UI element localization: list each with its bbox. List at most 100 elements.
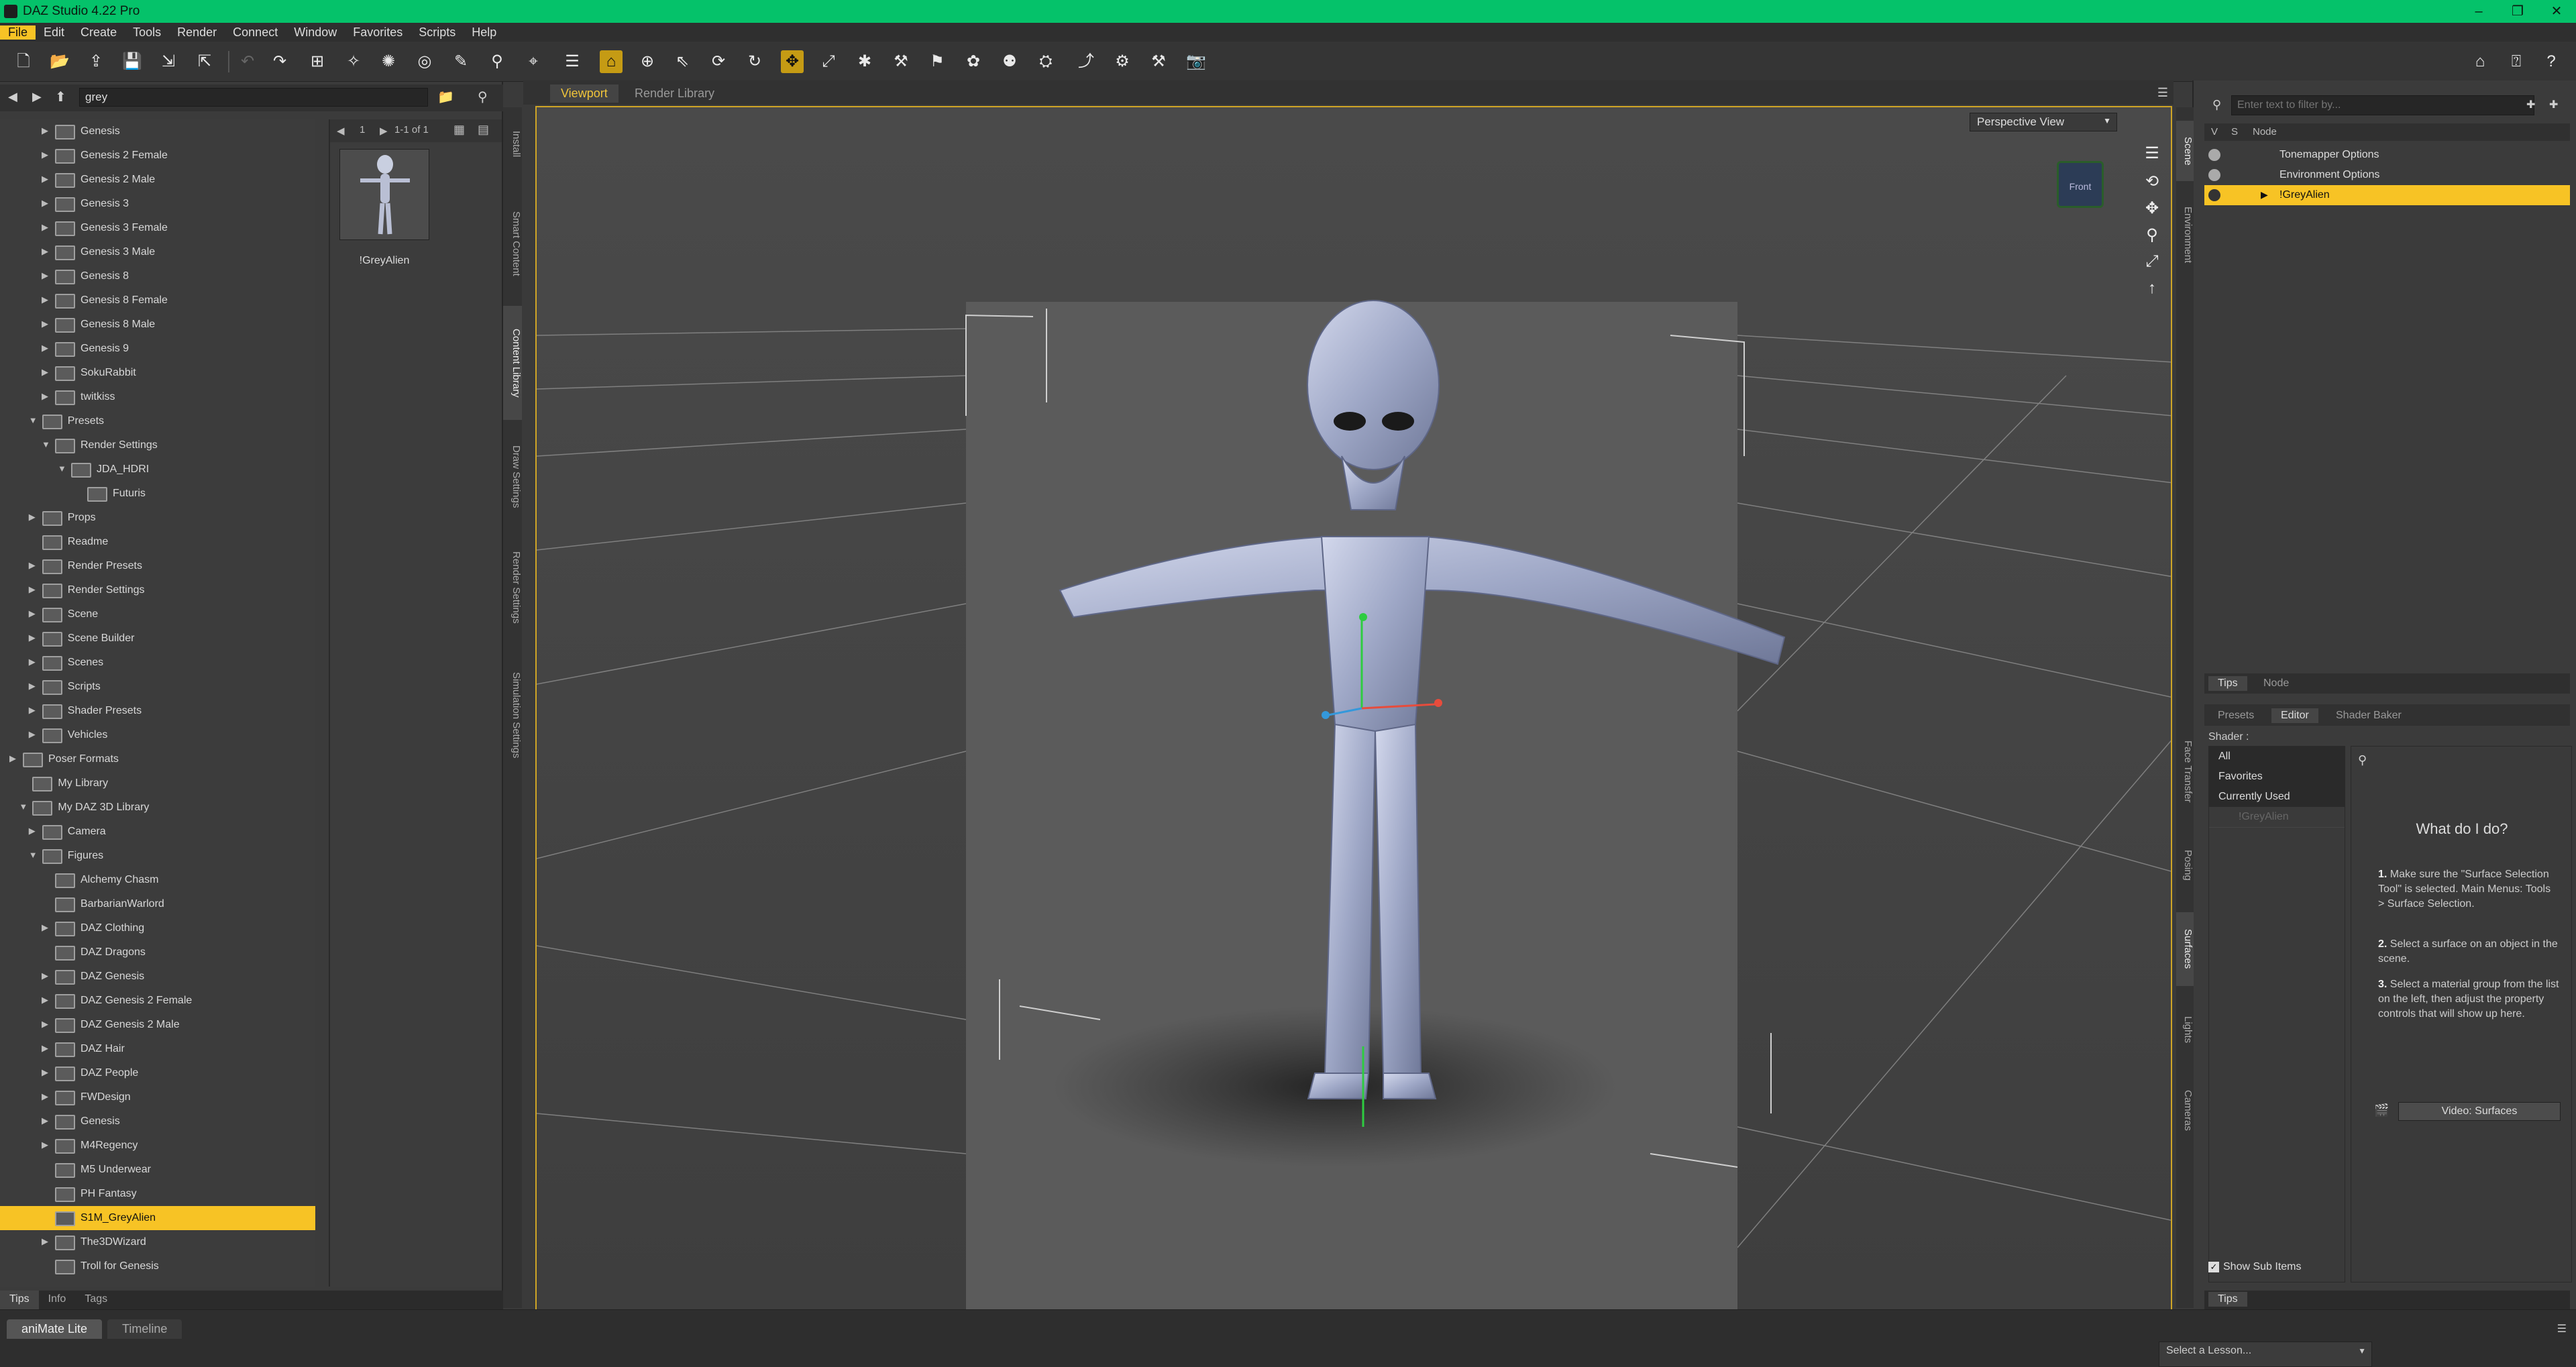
menu-tools[interactable]: Tools — [125, 25, 169, 40]
vtab-scene[interactable]: Scene — [2176, 121, 2194, 181]
content-tree-item[interactable]: ▶ twitkiss — [0, 385, 315, 409]
prev-page-icon[interactable]: ◀ — [337, 125, 345, 137]
zoom-camera-icon[interactable]: ⚲ — [2143, 225, 2161, 244]
expand-arrow-icon[interactable]: ▶ — [42, 1140, 48, 1150]
expand-arrow-icon[interactable]: ▶ — [42, 125, 48, 136]
content-tree-item[interactable]: ▶ Poser Formats — [0, 747, 315, 771]
pointer-icon[interactable]: ⤴ — [1075, 50, 1097, 73]
close-button[interactable]: ✕ — [2537, 0, 2576, 23]
home-icon[interactable]: ⌂ — [2469, 50, 2491, 73]
scene-add-icon[interactable]: ✚ — [2526, 98, 2535, 111]
environment-tool-icon[interactable]: ⛭ — [1034, 50, 1057, 73]
help-tool-icon[interactable]: ⍰ — [2505, 50, 2528, 73]
expand-arrow-icon[interactable]: ▶ — [42, 1019, 48, 1030]
scene-node-greyalien[interactable]: ▶ !GreyAlien — [2204, 185, 2570, 205]
scene-node-tonemapper[interactable]: Tonemapper Options — [2204, 145, 2570, 165]
forward-arrow-icon[interactable]: ▶ — [32, 90, 42, 104]
list-view-icon[interactable]: ☰ — [561, 50, 584, 73]
content-tree-item[interactable]: ▶ Render Presets — [0, 554, 315, 578]
content-tree-item[interactable]: ▶ Shader Presets — [0, 699, 315, 723]
content-tree-item[interactable]: ▶ SokuRabbit — [0, 361, 315, 385]
content-tree-item[interactable]: ▶ Genesis — [0, 1109, 315, 1134]
expand-arrow-icon[interactable]: ▶ — [42, 319, 48, 329]
help-icon[interactable]: ? — [2540, 50, 2563, 73]
tab-viewport[interactable]: Viewport — [550, 85, 619, 103]
region-tool-icon[interactable]: ⌖ — [522, 50, 545, 73]
frame-icon[interactable]: ⤢ — [2143, 252, 2161, 271]
expand-arrow-icon[interactable]: ▶ — [42, 367, 48, 378]
content-tree-item[interactable]: ▶ Scenes — [0, 651, 315, 675]
eye-icon[interactable] — [2208, 189, 2220, 201]
page-number[interactable]: 1 — [360, 124, 365, 135]
restore-button[interactable]: ❐ — [2498, 0, 2537, 23]
show-sub-items-checkbox[interactable]: ✓ Show Sub Items — [2208, 1261, 2302, 1273]
content-tree-item[interactable]: ▼ My DAZ 3D Library — [0, 796, 315, 820]
content-tree-item[interactable]: ▼ JDA_HDRI — [0, 457, 315, 482]
render-camera-icon[interactable]: ⚒ — [1147, 50, 1170, 73]
surface-filter-currently-used[interactable]: Currently Used — [2209, 787, 2345, 808]
vtab-face-transfer[interactable]: Face Transfer — [2176, 724, 2194, 818]
surface-select-icon[interactable]: ⇖ — [671, 50, 694, 73]
figure-tool-icon[interactable]: ⚉ — [998, 50, 1021, 73]
tab-timeline[interactable]: Timeline — [107, 1319, 182, 1339]
search-icon[interactable]: ⚲ — [478, 89, 488, 105]
tab-tips-surfaces[interactable]: Tips — [2208, 1292, 2247, 1307]
expand-arrow-icon[interactable]: ▶ — [42, 971, 48, 981]
content-tree-item[interactable]: Readme — [0, 530, 315, 554]
content-tree-item[interactable]: ▶ The3DWizard — [0, 1230, 315, 1254]
content-tree-item[interactable]: ▶ DAZ Genesis — [0, 965, 315, 989]
expand-arrow-icon[interactable]: ▶ — [29, 512, 36, 523]
surface-filter-all[interactable]: All — [2209, 747, 2345, 767]
content-tree-item[interactable]: Troll for Genesis — [0, 1254, 315, 1278]
expand-arrow-icon[interactable]: ▶ — [42, 222, 48, 233]
merge-icon[interactable]: ⇪ — [85, 50, 107, 73]
content-tree-item[interactable]: ▶ Props — [0, 506, 315, 530]
render-icon[interactable]: 📷 — [1185, 50, 1208, 73]
scale-icon[interactable]: ⤢ — [817, 50, 840, 73]
collapse-arrow-icon[interactable]: ▼ — [42, 439, 50, 449]
expand-arrow-icon[interactable]: ▶ — [29, 729, 36, 740]
undo-icon[interactable]: ↶ — [236, 50, 259, 73]
content-tree-item[interactable]: ▶ DAZ Genesis 2 Male — [0, 1013, 315, 1037]
content-tree-item[interactable]: BarbarianWarlord — [0, 892, 315, 916]
expand-arrow-icon[interactable]: ▶ — [9, 753, 16, 764]
back-arrow-icon[interactable]: ◀ — [8, 90, 17, 104]
menu-window[interactable]: Window — [286, 25, 345, 40]
content-tree[interactable]: ▶ Genesis ▶ Genesis 2 Female ▶ Genesis 2 Male… — [0, 119, 315, 1287]
content-tree-item[interactable]: S1M_GreyAlien — [0, 1206, 315, 1230]
view-select-dropdown[interactable]: Perspective View ▼ — [1970, 113, 2117, 131]
translate-icon[interactable]: ✥ — [781, 50, 804, 73]
menu-scripts[interactable]: Scripts — [411, 25, 464, 40]
expand-arrow-icon[interactable]: ▶ — [2261, 189, 2268, 201]
menu-file[interactable]: File — [0, 25, 36, 40]
content-tree-item[interactable]: Futuris — [0, 482, 315, 506]
expand-arrow-icon[interactable]: ▶ — [42, 1091, 48, 1102]
expand-arrow-icon[interactable]: ▶ — [29, 560, 36, 571]
content-tree-item[interactable]: My Library — [0, 771, 315, 796]
eye-icon[interactable] — [2208, 149, 2220, 161]
3d-viewport[interactable]: Perspective View ▼ Front ☰ ⟲ ✥ ⚲ ⤢ ↑ — [535, 106, 2172, 1311]
content-tree-item[interactable]: PH Fantasy — [0, 1182, 315, 1206]
content-tree-item[interactable]: ▼ Render Settings — [0, 433, 315, 457]
menu-edit[interactable]: Edit — [36, 25, 72, 40]
content-tree-item[interactable]: ▶ Genesis 3 Male — [0, 240, 315, 264]
content-tree-item[interactable]: ▶ Camera — [0, 820, 315, 844]
expand-arrow-icon[interactable]: ▶ — [42, 391, 48, 402]
light-icon[interactable]: ✺ — [377, 50, 400, 73]
pane-menu-icon[interactable]: ☰ — [2157, 86, 2168, 100]
collapse-arrow-icon[interactable]: ▼ — [19, 802, 28, 812]
content-tree-item[interactable]: ▶ Genesis — [0, 119, 315, 144]
tab-animate-lite[interactable]: aniMate Lite — [7, 1319, 103, 1339]
vtab-surfaces[interactable]: Surfaces — [2176, 912, 2194, 986]
vtab-render-settings[interactable]: Render Settings — [503, 534, 522, 641]
content-tree-item[interactable]: ▶ Scene — [0, 602, 315, 626]
redo-icon[interactable]: ↷ — [268, 50, 291, 73]
folder-options-icon[interactable]: 📁 — [437, 89, 454, 105]
joint-editor-icon[interactable]: ⚲ — [486, 50, 508, 73]
collapse-arrow-icon[interactable]: ▼ — [29, 415, 38, 425]
camera-tool-icon[interactable]: ◎ — [413, 50, 436, 73]
vtab-simulation-settings[interactable]: Simulation Settings — [503, 648, 522, 782]
vtab-posing[interactable]: Posing — [2176, 832, 2194, 899]
vtab-install[interactable]: Install — [503, 114, 522, 174]
content-tree-item[interactable]: ▶ Scene Builder — [0, 626, 315, 651]
